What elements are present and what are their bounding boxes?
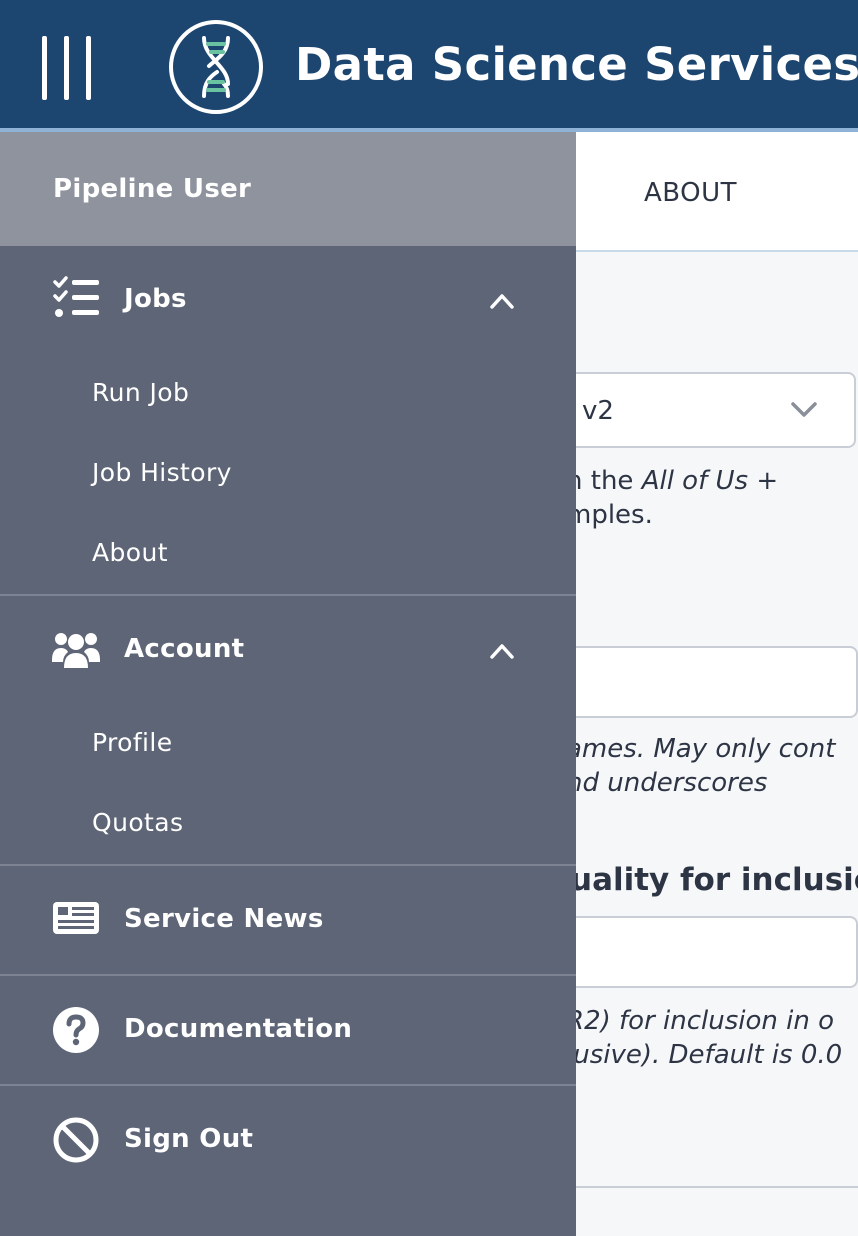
nav-service-news-label: Service News <box>124 904 324 934</box>
nav-jobs[interactable]: Jobs <box>0 250 576 350</box>
divider <box>0 594 576 596</box>
app-title: Data Science Services <box>295 38 858 91</box>
user-name: Pipeline User <box>53 174 252 204</box>
divider <box>0 864 576 866</box>
divider <box>0 974 576 976</box>
main-content: ABOUT v2 n the All of Us + mples. ames. … <box>576 132 858 1236</box>
drawer-user-header: Pipeline User <box>0 132 576 246</box>
dna-logo-icon[interactable] <box>167 18 265 116</box>
nav-profile[interactable]: Profile <box>92 728 173 757</box>
app-header: Data Science Services <box>0 0 858 132</box>
nav-job-history[interactable]: Job History <box>92 458 232 487</box>
quality-field-label: uality for inclusio <box>576 862 858 898</box>
tab-bar: ABOUT <box>576 132 858 252</box>
quality-help-text: R2) for inclusion in o lusive). Default … <box>576 1006 843 1070</box>
select-value: v2 <box>582 396 614 426</box>
name-help-text: ames. May only cont nd underscores <box>576 734 836 798</box>
nav-jobs-label: Jobs <box>124 284 187 314</box>
nav-account[interactable]: Account <box>0 600 576 700</box>
nav-account-label: Account <box>124 634 245 664</box>
select-help-text: n the All of Us + mples. <box>576 466 779 530</box>
chevron-up-icon[interactable] <box>489 292 515 310</box>
nav-about[interactable]: About <box>92 538 168 567</box>
version-select[interactable]: v2 <box>576 372 856 448</box>
nav-service-news[interactable]: Service News <box>0 870 576 970</box>
hamburger-menu-icon[interactable] <box>40 36 98 100</box>
newspaper-icon <box>53 902 99 934</box>
divider <box>576 1186 858 1188</box>
nav-drawer: Pipeline User Jobs Run Job Job History A… <box>0 132 576 1236</box>
nav-run-job[interactable]: Run Job <box>92 378 189 407</box>
nav-documentation[interactable]: Documentation <box>0 980 576 1080</box>
divider <box>0 1084 576 1086</box>
chevron-down-icon <box>791 402 817 417</box>
quality-input[interactable] <box>576 916 858 988</box>
nav-sign-out-label: Sign Out <box>124 1124 254 1154</box>
nav-sign-out[interactable]: Sign Out <box>0 1090 576 1190</box>
checklist-icon <box>53 276 99 317</box>
tab-about[interactable]: ABOUT <box>644 178 737 208</box>
nav-documentation-label: Documentation <box>124 1014 353 1044</box>
chevron-up-icon[interactable] <box>489 642 515 660</box>
users-icon <box>52 633 100 668</box>
ban-icon <box>53 1117 99 1163</box>
nav-quotas[interactable]: Quotas <box>92 808 183 837</box>
name-input[interactable] <box>576 646 858 718</box>
question-circle-icon <box>53 1007 99 1053</box>
